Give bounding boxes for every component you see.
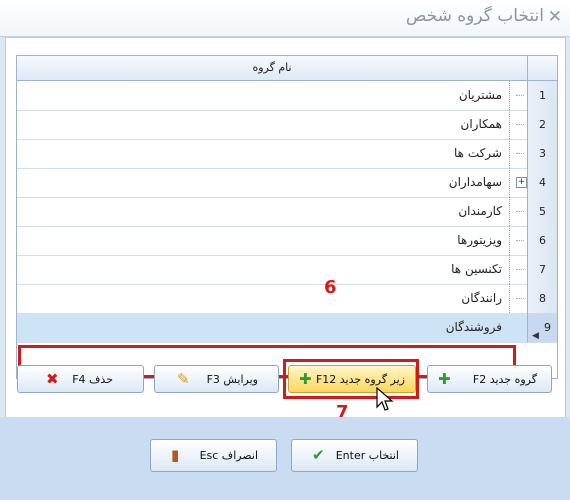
- tree-branch: [516, 240, 524, 241]
- table-row[interactable]: + سهامداران 4: [17, 168, 557, 198]
- cancel-label: انصراف Esc: [199, 449, 258, 462]
- row-index: 3: [528, 139, 557, 168]
- group-name-cell[interactable]: فروشندگان: [17, 313, 528, 342]
- group-name-cell[interactable]: ویزیتورها: [17, 226, 528, 255]
- edit-button[interactable]: ✎ ویرایش F3: [154, 365, 279, 393]
- close-icon[interactable]: ✕: [548, 7, 562, 27]
- row-index: 6: [528, 226, 557, 255]
- dialog-title: انتخاب گروه شخص: [405, 6, 544, 26]
- group-name: رانندگان: [461, 291, 502, 305]
- row-index: 7: [528, 255, 557, 284]
- group-name-cell[interactable]: + سهامداران: [17, 168, 528, 197]
- table-row[interactable]: همکاران 2: [17, 110, 557, 140]
- table-row[interactable]: کارمندان 5: [17, 197, 557, 227]
- group-grid: نام گروه مشتریان 1 همکاران 2 شرکت ها 3 +…: [16, 55, 558, 379]
- table-row[interactable]: ویزیتورها 6: [17, 226, 557, 256]
- dialog-window: ✕ انتخاب گروه شخص نام گروه مشتریان 1 همک…: [0, 0, 570, 500]
- group-name: ویزیتورها: [457, 233, 502, 247]
- tree-branch: [516, 269, 524, 270]
- table-row[interactable]: مشتریان 1: [17, 81, 557, 111]
- table-row[interactable]: رانندگان 8: [17, 284, 557, 314]
- group-name: شرکت ها: [454, 146, 502, 160]
- dialog-footer: ✔ انتخاب Enter ▮ انصراف Esc: [0, 417, 570, 500]
- new-group-button[interactable]: ✚ گروه جدید F2: [427, 365, 552, 393]
- delete-x-icon: ✖: [46, 370, 59, 388]
- row-index-number: 9: [544, 321, 551, 334]
- group-name-cell[interactable]: تکنسین ها: [17, 255, 528, 284]
- row-index: 2: [528, 110, 557, 139]
- table-row-selected[interactable]: فروشندگان ◀ 9: [17, 313, 557, 343]
- cancel-button[interactable]: ▮ انصراف Esc: [150, 439, 277, 472]
- tree-branch: [516, 124, 524, 125]
- tree-branch: [516, 95, 524, 96]
- mouse-cursor-icon: [376, 387, 394, 411]
- group-name: کارمندان: [458, 204, 502, 218]
- group-name: تکنسین ها: [451, 262, 502, 276]
- row-index: ◀ 9: [528, 313, 557, 342]
- new-group-label: گروه جدید F2: [472, 373, 537, 386]
- checkmark-icon: ✔: [312, 446, 325, 464]
- row-index: 1: [528, 81, 557, 110]
- table-row[interactable]: شرکت ها 3: [17, 139, 557, 169]
- table-row[interactable]: تکنسین ها 7: [17, 255, 557, 285]
- edit-label: ویرایش F3: [206, 373, 258, 386]
- current-row-arrow-icon: ◀: [532, 331, 539, 341]
- tree-branch: [516, 211, 524, 212]
- group-name-cell[interactable]: کارمندان: [17, 197, 528, 226]
- pencil-icon: ✎: [177, 370, 190, 388]
- group-name: فروشندگان: [445, 320, 502, 334]
- group-name: همکاران: [460, 117, 503, 131]
- group-name-cell[interactable]: مشتریان: [17, 81, 528, 110]
- row-index: 8: [528, 284, 557, 313]
- group-name-cell[interactable]: رانندگان: [17, 284, 528, 313]
- callout-number-6: 6: [324, 277, 337, 298]
- group-name-cell[interactable]: شرکت ها: [17, 139, 528, 168]
- exit-door-icon: ▮: [171, 446, 180, 464]
- tree-branch: [516, 153, 524, 154]
- select-label: انتخاب Enter: [335, 449, 399, 462]
- select-button[interactable]: ✔ انتخاب Enter: [291, 439, 418, 472]
- row-index: 4: [528, 168, 557, 197]
- delete-label: حذف F4: [72, 373, 113, 386]
- group-name: سهامداران: [448, 175, 502, 189]
- tree-branch: [516, 298, 524, 299]
- header-corner: [528, 56, 557, 81]
- title-bar: ✕ انتخاب گروه شخص: [0, 0, 570, 37]
- group-name-cell[interactable]: همکاران: [17, 110, 528, 139]
- column-header-group-name[interactable]: نام گروه: [17, 56, 528, 81]
- expand-plus-icon[interactable]: +: [516, 177, 527, 188]
- plus-icon: ✚: [438, 370, 451, 388]
- delete-button[interactable]: ✖ حذف F4: [17, 365, 144, 393]
- new-subgroup-highlight-box: [283, 359, 419, 399]
- row-index: 5: [528, 197, 557, 226]
- group-name: مشتریان: [458, 88, 502, 102]
